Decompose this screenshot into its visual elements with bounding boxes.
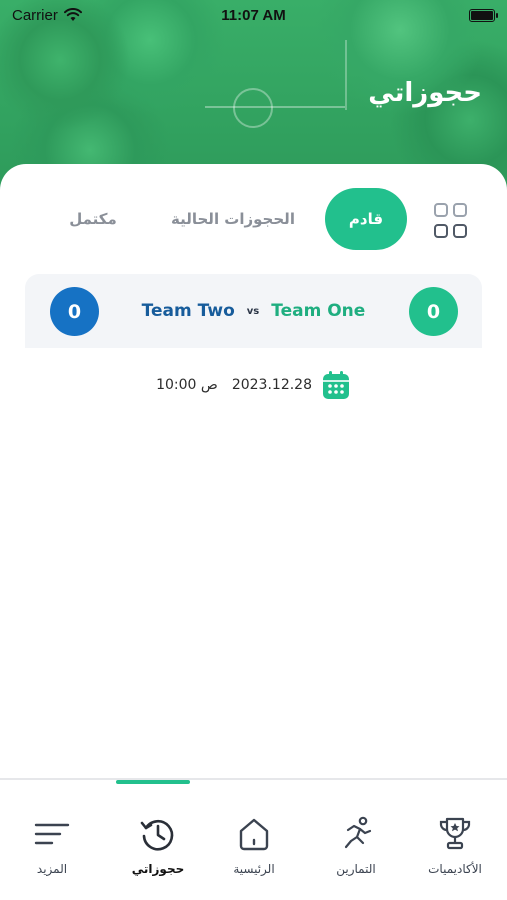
match-card[interactable]: 0 Team Two vs Team One 0	[25, 274, 482, 348]
running-person-icon	[344, 816, 372, 849]
carrier-label: Carrier	[12, 6, 58, 24]
tabs-row: قادم الحجوزات الحالية مكتمل	[0, 188, 507, 250]
team-one-score: 0	[409, 287, 458, 336]
nav-item-more[interactable]: المزيد	[2, 794, 102, 884]
content-card: قادم الحجوزات الحالية مكتمل 0 Team Two v…	[0, 164, 507, 780]
team-two-score: 0	[50, 287, 99, 336]
nav-label-more: المزيد	[36, 862, 68, 876]
pitch-side-line	[345, 40, 347, 110]
grid-view-icon[interactable]	[434, 203, 470, 239]
tab-upcoming[interactable]: قادم	[325, 188, 407, 250]
history-clock-icon	[140, 819, 174, 851]
tab-completed[interactable]: مكتمل	[58, 188, 128, 250]
menu-lines-icon	[34, 823, 70, 845]
page-title: حجوزاتي	[368, 78, 482, 108]
match-teams: Team Two vs Team One	[125, 296, 382, 326]
nav-label-exercises: التمارين	[336, 862, 376, 876]
nav-item-home[interactable]: الرئيسية	[204, 794, 304, 884]
pitch-line	[205, 106, 345, 108]
nav-item-my-bookings[interactable]: حجوزاتي	[108, 780, 208, 884]
booking-time: 10:00 ص	[156, 377, 218, 393]
nav-item-academies[interactable]: الأكاديميات	[405, 794, 505, 884]
team-two-name: Team Two	[141, 301, 235, 321]
tab-current-bookings[interactable]: الحجوزات الحالية	[168, 188, 298, 250]
status-time: 11:07 AM	[221, 6, 286, 24]
nav-label-academies: الأكاديميات	[428, 862, 482, 876]
nav-label-my-bookings: حجوزاتي	[131, 862, 185, 876]
status-bar: Carrier 11:07 AM	[0, 0, 507, 30]
team-one-name: Team One	[271, 301, 366, 321]
trophy-icon	[439, 817, 471, 850]
calendar-icon	[323, 371, 349, 399]
pitch-center-circle	[233, 88, 273, 128]
booking-date: 2023.12.28	[231, 377, 312, 393]
battery-icon	[469, 8, 498, 22]
vs-label: vs	[246, 305, 260, 317]
home-icon	[239, 818, 269, 851]
active-indicator	[116, 780, 190, 784]
wifi-icon	[63, 8, 82, 21]
nav-label-home: الرئيسية	[233, 862, 275, 876]
booking-datetime: 10:00 ص 2023.12.28	[150, 368, 350, 402]
bottom-navigation: المزيد حجوزاتي الرئيسية التمارين الأكادي…	[0, 778, 507, 900]
nav-item-exercises[interactable]: التمارين	[306, 794, 406, 884]
